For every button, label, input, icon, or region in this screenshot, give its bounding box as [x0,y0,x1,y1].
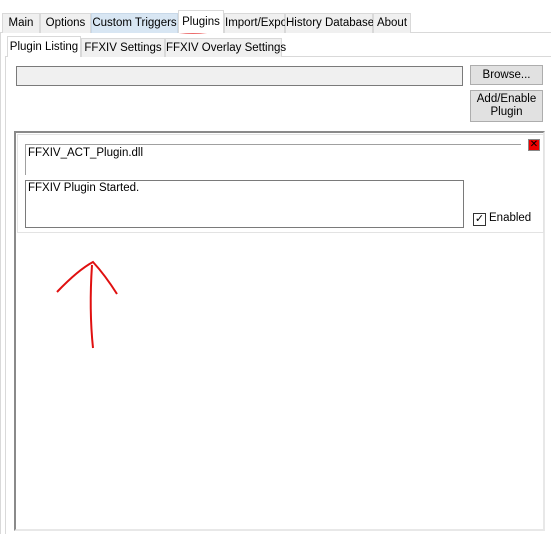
checkmark-icon: ✓ [474,213,485,225]
browse-button[interactable]: Browse... [470,65,543,85]
tab-about[interactable]: About [373,13,411,33]
tab-custom-triggers[interactable]: Custom Triggers [91,13,178,33]
tab-import-export[interactable]: Import/Export [224,13,294,33]
plugin-item: FFXIV_ACT_Plugin.dll ✕ FFXIV Plugin Star… [17,134,544,233]
tab-ffxiv-overlay-settings[interactable]: FFXIV Overlay Settings [165,38,286,57]
tab-plugins[interactable]: Plugins [178,10,224,33]
remove-plugin-button[interactable]: ✕ [528,139,540,151]
plugin-status-box[interactable]: FFXIV Plugin Started. [25,180,464,228]
plugin-file-name: FFXIV_ACT_Plugin.dll [25,144,521,175]
tab-history-database[interactable]: History Database [285,13,374,33]
plugin-list-panel: FFXIV_ACT_Plugin.dll ✕ FFXIV Plugin Star… [14,131,545,531]
tab-plugin-listing[interactable]: Plugin Listing [7,36,81,57]
tab-main[interactable]: Main [2,13,40,33]
enabled-label[interactable]: Enabled [489,212,531,224]
plugin-path-input[interactable] [16,66,463,86]
enabled-checkbox[interactable]: ✓ [473,213,486,226]
tab-options[interactable]: Options [40,13,91,33]
close-icon: ✕ [529,139,539,150]
add-enable-plugin-button[interactable]: Add/Enable Plugin [470,90,543,122]
tab-ffxiv-settings[interactable]: FFXIV Settings [81,38,165,57]
